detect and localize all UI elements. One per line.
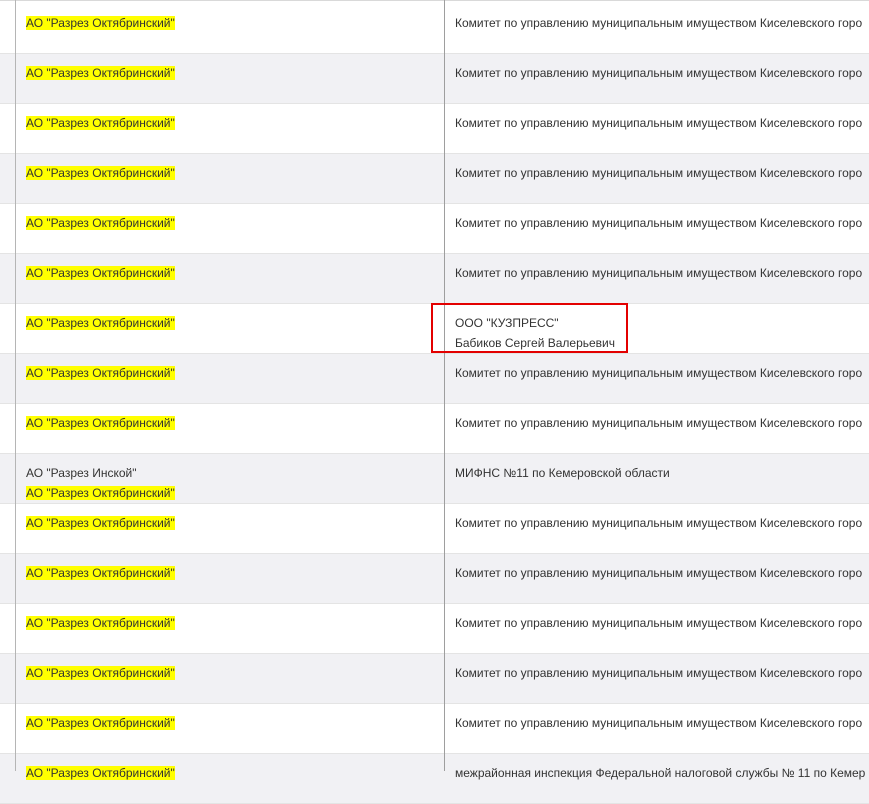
owner-name: Комитет по управлению муниципальным имущ… [455, 616, 863, 630]
company-name: АО "Разрез Октябринский" [26, 666, 175, 680]
company-name: АО "Разрез Октябринский" [26, 166, 175, 180]
owner-cell[interactable]: Комитет по управлению муниципальным имущ… [445, 504, 869, 553]
owner-name: Комитет по управлению муниципальным имущ… [455, 266, 863, 280]
company-cell[interactable]: АО "Разрез Октябринский" [16, 154, 444, 203]
owner-name: Комитет по управлению муниципальным имущ… [455, 116, 863, 130]
table-row[interactable]: АО "Разрез Октябринский" Комитет по управ… [0, 104, 869, 154]
company-name: АО "Разрез Октябринский" [26, 66, 175, 80]
table-row[interactable]: АО "Разрез Октябринский" Комитет по управ… [0, 554, 869, 604]
company-name: АО "Разрез Октябринский" [26, 316, 175, 330]
table-row[interactable]: АО "Разрез Октябринский" ООО "КУЗПРЕСС" Ба… [0, 304, 869, 354]
owner-name: МИФНС №11 по Кемеровской области [455, 466, 670, 480]
company-name: АО "Разрез Октябринский" [26, 766, 175, 780]
owner-cell[interactable]: ООО "КУЗПРЕСС" Бабиков Сергей Валерьевич [445, 304, 869, 353]
company-name: АО "Разрез Октябринский" [26, 366, 175, 380]
company-cell[interactable]: АО "Разрез Октябринский" [16, 754, 444, 803]
owner-cell[interactable]: Комитет по управлению муниципальным имущ… [445, 354, 869, 403]
owner-name: Комитет по управлению муниципальным имущ… [455, 66, 863, 80]
owner-name: межрайонная инспекция Федеральной налого… [455, 766, 866, 780]
company-cell[interactable]: АО "Разрез Октябринский" [16, 654, 444, 703]
table-row[interactable]: АО "Разрез Октябринский" Комитет по управ… [0, 604, 869, 654]
owner-cell[interactable]: межрайонная инспекция Федеральной налого… [445, 754, 869, 803]
company-name: АО "Разрез Октябринский" [26, 116, 175, 130]
owner-name: Комитет по управлению муниципальным имущ… [455, 516, 863, 530]
owner-cell[interactable]: МИФНС №11 по Кемеровской области [445, 454, 869, 503]
company-cell[interactable]: АО "Разрез Октябринский" [16, 604, 444, 653]
company-cell[interactable]: АО "Разрез Октябринский" [16, 204, 444, 253]
table-row[interactable]: АО "Разрез Октябринский" Комитет по управ… [0, 54, 869, 104]
owner-name: Бабиков Сергей Валерьевич [455, 336, 616, 350]
owner-name: Комитет по управлению муниципальным имущ… [455, 416, 863, 430]
company-name: АО "Разрез Октябринский" [26, 516, 175, 530]
company-cell[interactable]: АО "Разрез Октябринский" [16, 104, 444, 153]
company-name: АО "Разрез Октябринский" [26, 266, 175, 280]
owner-cell[interactable]: Комитет по управлению муниципальным имущ… [445, 4, 869, 53]
table-row[interactable]: АО "Разрез Инской" АО "Разрез Октябрински… [0, 454, 869, 504]
column-divider-middle [444, 0, 445, 771]
company-cell[interactable]: АО "Разрез Октябринский" [16, 404, 444, 453]
company-name: АО "Разрез Октябринский" [26, 616, 175, 630]
owner-cell[interactable]: Комитет по управлению муниципальным имущ… [445, 204, 869, 253]
table-row[interactable]: АО "Разрез Октябринский" Комитет по управ… [0, 4, 869, 54]
company-cell[interactable]: АО "Разрез Октябринский" [16, 504, 444, 553]
company-cell[interactable]: АО "Разрез Инской" АО "Разрез Октябрински… [16, 454, 444, 503]
results-table: АО "Разрез Октябринский" Комитет по управ… [0, 0, 869, 804]
table-row[interactable]: АО "Разрез Октябринский" Комитет по управ… [0, 504, 869, 554]
owner-cell[interactable]: Комитет по управлению муниципальным имущ… [445, 554, 869, 603]
table-row[interactable]: АО "Разрез Октябринский" Комитет по управ… [0, 704, 869, 754]
owner-name: Комитет по управлению муниципальным имущ… [455, 16, 863, 30]
owner-name: Комитет по управлению муниципальным имущ… [455, 216, 863, 230]
owner-cell[interactable]: Комитет по управлению муниципальным имущ… [445, 54, 869, 103]
table-row[interactable]: АО "Разрез Октябринский" Комитет по управ… [0, 404, 869, 454]
company-cell[interactable]: АО "Разрез Октябринский" [16, 304, 444, 353]
owner-cell[interactable]: Комитет по управлению муниципальным имущ… [445, 404, 869, 453]
owner-cell[interactable]: Комитет по управлению муниципальным имущ… [445, 654, 869, 703]
company-name: АО "Разрез Октябринский" [26, 566, 175, 580]
company-name: АО "Разрез Октябринский" [26, 216, 175, 230]
owner-cell[interactable]: Комитет по управлению муниципальным имущ… [445, 604, 869, 653]
company-cell[interactable]: АО "Разрез Октябринский" [16, 54, 444, 103]
owner-cell[interactable]: Комитет по управлению муниципальным имущ… [445, 154, 869, 203]
table-row[interactable]: АО "Разрез Октябринский" Комитет по управ… [0, 254, 869, 304]
company-name: АО "Разрез Октябринский" [26, 416, 175, 430]
company-name: АО "Разрез Инской" [26, 466, 137, 480]
company-name: АО "Разрез Октябринский" [26, 716, 175, 730]
company-cell[interactable]: АО "Разрез Октябринский" [16, 554, 444, 603]
table-row[interactable]: АО "Разрез Октябринский" Комитет по управ… [0, 154, 869, 204]
company-cell[interactable]: АО "Разрез Октябринский" [16, 354, 444, 403]
owner-cell[interactable]: Комитет по управлению муниципальным имущ… [445, 104, 869, 153]
company-cell[interactable]: АО "Разрез Октябринский" [16, 704, 444, 753]
owner-name: Комитет по управлению муниципальным имущ… [455, 366, 863, 380]
owner-name: Комитет по управлению муниципальным имущ… [455, 666, 863, 680]
owner-cell[interactable]: Комитет по управлению муниципальным имущ… [445, 254, 869, 303]
table-row[interactable]: АО "Разрез Октябринский" Комитет по управ… [0, 204, 869, 254]
table-row[interactable]: АО "Разрез Октябринский" межрайонная инсп… [0, 754, 869, 804]
owner-name: Комитет по управлению муниципальным имущ… [455, 566, 863, 580]
owner-name: ООО "КУЗПРЕСС" [455, 316, 559, 330]
company-name: АО "Разрез Октябринский" [26, 16, 175, 30]
owner-name: Комитет по управлению муниципальным имущ… [455, 166, 863, 180]
table-row[interactable]: АО "Разрез Октябринский" Комитет по управ… [0, 654, 869, 704]
column-divider-left [15, 0, 16, 771]
table-row[interactable]: АО "Разрез Октябринский" Комитет по управ… [0, 354, 869, 404]
company-cell[interactable]: АО "Разрез Октябринский" [16, 4, 444, 53]
company-name: АО "Разрез Октябринский" [26, 486, 175, 500]
company-cell[interactable]: АО "Разрез Октябринский" [16, 254, 444, 303]
owner-name: Комитет по управлению муниципальным имущ… [455, 716, 863, 730]
owner-cell[interactable]: Комитет по управлению муниципальным имущ… [445, 704, 869, 753]
